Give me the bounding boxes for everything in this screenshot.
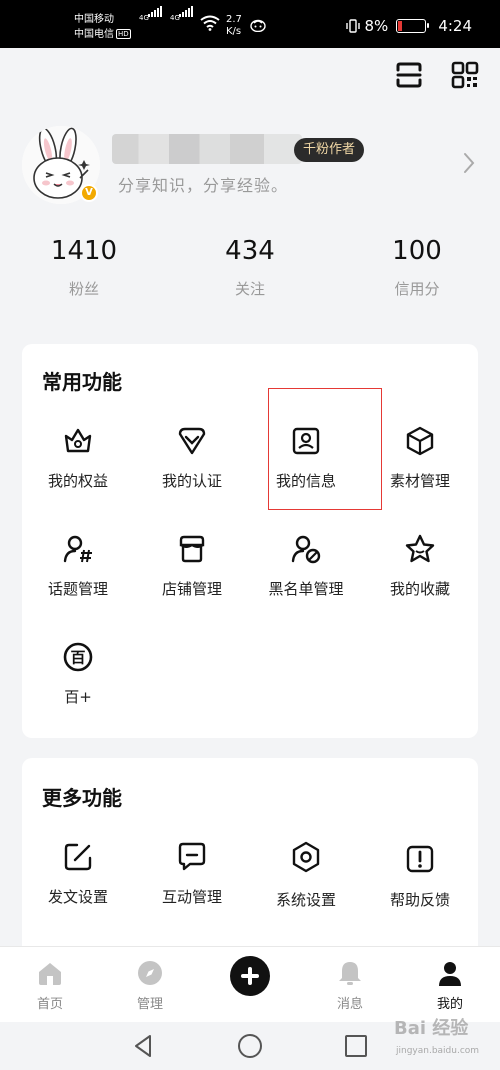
help-icon [406, 845, 434, 873]
star-icon [405, 534, 435, 563]
store-icon [179, 535, 205, 563]
battery-percent: 8% [364, 17, 389, 35]
tab-label: 我的 [436, 997, 463, 1012]
stat-following[interactable]: 434 关注 [180, 234, 320, 299]
create-post-button[interactable] [230, 956, 270, 996]
grid-item-label: 百+ [64, 688, 92, 706]
hd-badge: HD [116, 29, 131, 39]
chevron-right-icon[interactable] [462, 151, 476, 175]
clock: 4:24 [438, 17, 472, 35]
grid-item-label: 帮助反馈 [389, 891, 450, 909]
tab-mine[interactable]: 我的 [410, 959, 490, 1012]
stat-value: 100 [392, 236, 442, 266]
section-title: 常用功能 [42, 370, 122, 394]
user-block-icon [291, 535, 321, 564]
stat-value: 434 [225, 236, 275, 266]
crown-icon [64, 428, 92, 453]
qr-code-icon[interactable] [450, 60, 480, 90]
grid-item-label: 店铺管理 [161, 580, 222, 598]
bai-circle-icon: 百 [63, 642, 93, 672]
battery-icon [396, 19, 430, 33]
heart-badge-icon [178, 427, 206, 455]
grid-item-label: 我的认证 [161, 472, 222, 490]
stat-label: 粉丝 [68, 280, 99, 298]
grid-item-label: 系统设置 [275, 891, 336, 909]
stat-label: 信用分 [394, 280, 440, 298]
grid-item-post-settings[interactable]: 发文设置 [22, 840, 134, 907]
user-hashtag-icon [63, 535, 92, 563]
speed-value: 2.7 [226, 14, 242, 25]
highlight-box [268, 388, 382, 510]
watermark-main: Bai 经验 [394, 1018, 469, 1039]
tab-home[interactable]: 首页 [10, 959, 90, 1012]
carrier-1: 中国移动 [74, 14, 114, 25]
stat-value: 1410 [50, 236, 118, 266]
back-icon[interactable] [130, 1032, 158, 1060]
wifi-icon [200, 15, 220, 31]
status-right: 8% 4:24 [345, 17, 472, 35]
tab-label: 首页 [36, 997, 63, 1012]
carrier-info: 中国移动 中国电信 HD [74, 12, 131, 42]
cube-icon [406, 426, 434, 456]
grid-item-system-settings[interactable]: 系统设置 [250, 840, 362, 910]
bell-icon [339, 962, 361, 985]
grid-item-label: 我的收藏 [389, 580, 450, 598]
chat-icon [178, 842, 206, 871]
vibrate-icon [345, 19, 360, 33]
person-icon [439, 962, 461, 986]
verified-badge: V [80, 184, 98, 202]
watermark-sub: jingyan.baidu.com [396, 1046, 480, 1056]
tab-label: 管理 [136, 997, 163, 1012]
section-title: 更多功能 [42, 786, 122, 810]
home-icon [39, 963, 61, 985]
profile-bio: 分享知识，分享经验。 [118, 176, 289, 195]
grid-item-benefits[interactable]: 我的权益 [22, 424, 134, 491]
author-level-badge[interactable]: 千粉作者 [294, 138, 365, 162]
grid-item-label: 我的权益 [47, 472, 108, 490]
app-notification-icon [250, 19, 266, 32]
grid-item-label: 黑名单管理 [268, 580, 344, 598]
scan-icon[interactable] [394, 60, 424, 90]
username-blurred [112, 134, 302, 164]
home-circle-icon[interactable] [236, 1032, 264, 1060]
grid-item-topics[interactable]: 话题管理 [22, 532, 134, 599]
settings-hex-icon [292, 841, 320, 873]
compass-icon [138, 961, 162, 985]
grid-item-help[interactable]: 帮助反馈 [364, 842, 476, 910]
bai-glyph: 百 [70, 649, 85, 667]
tab-label: 消息 [336, 997, 363, 1012]
edit-icon [64, 843, 92, 871]
watermark: Bai 经验 jingyan.baidu.com [384, 1012, 496, 1064]
grid-item-label: 发文设置 [47, 888, 108, 906]
stat-credit[interactable]: 100 信用分 [347, 234, 487, 299]
network-speed: 2.7 K/s [226, 14, 242, 38]
grid-item-label: 互动管理 [161, 888, 222, 906]
grid-item-interaction[interactable]: 互动管理 [136, 840, 248, 907]
stat-fans[interactable]: 1410 粉丝 [14, 234, 154, 299]
grid-item-bai-plus[interactable]: 百 百+ [22, 640, 134, 707]
grid-item-store[interactable]: 店铺管理 [136, 532, 248, 599]
speed-unit: K/s [226, 26, 242, 37]
carrier-2: 中国电信 [74, 29, 114, 40]
tab-manage[interactable]: 管理 [110, 959, 190, 1012]
grid-item-favorites[interactable]: 我的收藏 [364, 532, 476, 599]
grid-item-label: 话题管理 [47, 580, 108, 598]
tab-messages[interactable]: 消息 [310, 959, 390, 1012]
grid-item-blacklist[interactable]: 黑名单管理 [250, 532, 362, 599]
stat-label: 关注 [234, 280, 265, 298]
grid-item-certification[interactable]: 我的认证 [136, 424, 248, 491]
recents-icon[interactable] [342, 1032, 370, 1060]
status-bar: 中国移动 中国电信 HD 4G 4G 2.7 K/s 8% 4:24 [0, 0, 500, 48]
